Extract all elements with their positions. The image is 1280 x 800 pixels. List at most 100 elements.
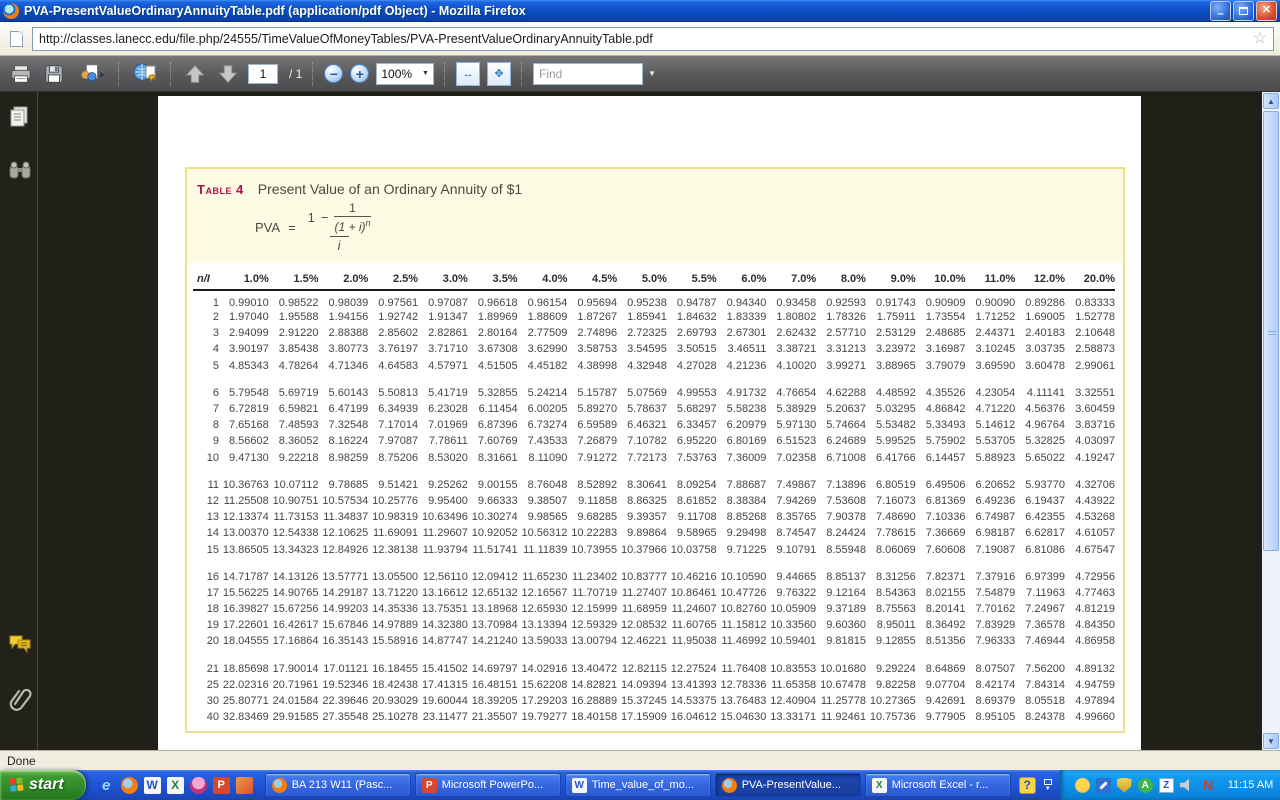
url-field[interactable]: http://classes.lanecc.edu/file.php/24555… <box>32 27 1274 51</box>
taskbar-task[interactable]: PVA-PresentValue... <box>715 773 861 797</box>
page-up-icon[interactable] <box>182 61 208 87</box>
pva-value-cell: 6.20979 <box>717 417 767 433</box>
taskbar-task[interactable]: BA 213 W11 (Pasc... <box>265 773 411 797</box>
pva-value-cell: 18.39205 <box>468 693 518 709</box>
column-header: 10.0% <box>916 273 966 290</box>
pva-value-cell: 7.11963 <box>1015 585 1065 601</box>
taskbar-task[interactable]: XMicrosoft Excel - r... <box>865 773 1011 797</box>
pva-value-cell: 7.49867 <box>766 477 816 493</box>
tray-antivirus-icon[interactable]: A <box>1138 778 1153 793</box>
tray-tools-icon[interactable] <box>1096 778 1111 793</box>
pva-value-cell: 4.71220 <box>965 401 1015 417</box>
pva-value-cell: 15.62208 <box>518 677 568 693</box>
page-number-input[interactable] <box>248 64 278 84</box>
scrollbar-thumb[interactable] <box>1263 111 1279 551</box>
fit-width-icon[interactable]: ↔ <box>456 62 480 86</box>
pva-value-cell: 8.64869 <box>916 661 966 677</box>
comments-icon[interactable] <box>7 630 33 656</box>
tray-z-icon[interactable]: Z <box>1159 778 1174 793</box>
table-label: Table 4 <box>197 182 244 197</box>
minimize-button[interactable]: – <box>1210 1 1231 21</box>
pva-value-cell: 5.65022 <box>1015 450 1065 466</box>
find-dropdown-icon[interactable]: ▼ <box>645 69 659 78</box>
fit-page-icon[interactable]: ✥ <box>487 62 511 86</box>
app-icon-7[interactable] <box>236 777 253 794</box>
pva-value-cell: 6.80519 <box>866 477 916 493</box>
pva-value-cell: 0.92593 <box>816 290 866 309</box>
zoom-level-select[interactable]: 100% ▼ <box>376 63 434 85</box>
powerpoint-icon[interactable]: P <box>213 777 230 794</box>
pva-value-cell: 5.32855 <box>468 385 518 401</box>
pva-value-cell: 10.22283 <box>567 525 617 541</box>
search-binoculars-icon[interactable] <box>7 158 33 184</box>
pva-value-cell: 4.38998 <box>567 358 617 374</box>
pva-value-cell: 10.82760 <box>717 601 767 617</box>
pva-value-cell: 17.15909 <box>617 709 667 725</box>
tray-shield-icon[interactable] <box>1117 778 1132 793</box>
period-cell: 14 <box>193 525 219 541</box>
pva-value-cell: 8.20141 <box>916 601 966 617</box>
find-input[interactable] <box>533 63 643 85</box>
url-text[interactable]: http://classes.lanecc.edu/file.php/24555… <box>39 32 1247 46</box>
pva-value-cell: 5.58238 <box>717 401 767 417</box>
pva-value-cell: 3.80773 <box>319 341 369 357</box>
vertical-scrollbar[interactable]: ▲ ▼ <box>1262 92 1280 750</box>
open-in-viewer-icon[interactable] <box>130 61 160 87</box>
pva-value-cell: 6.14457 <box>916 450 966 466</box>
excel-icon[interactable]: X <box>167 777 184 794</box>
pva-value-cell: 17.01121 <box>319 661 369 677</box>
pva-value-cell: 14.97889 <box>368 617 418 633</box>
bookmark-star-icon[interactable]: ☆ <box>1253 31 1267 47</box>
scroll-up-icon[interactable]: ▲ <box>1263 93 1279 109</box>
pva-value-cell: 1.75911 <box>866 309 916 325</box>
tray-novell-icon[interactable]: N <box>1201 778 1216 793</box>
pva-value-cell: 9.07704 <box>916 677 966 693</box>
pva-value-cell: 2.10648 <box>1065 325 1115 341</box>
pva-value-cell: 4.99553 <box>667 385 717 401</box>
pva-value-cell: 2.67301 <box>717 325 767 341</box>
restore-button[interactable] <box>1233 1 1254 21</box>
email-attachment-icon[interactable] <box>74 61 108 87</box>
column-header: 5.5% <box>667 273 717 290</box>
taskbar-clock[interactable]: 11:15 AM <box>1222 779 1274 791</box>
hide-icons-chevron[interactable]: ▼ <box>1044 779 1052 792</box>
taskbar-task[interactable]: PMicrosoft PowerPo... <box>415 773 561 797</box>
pva-value-cell: 14.69797 <box>468 661 518 677</box>
pva-value-cell: 13.13394 <box>518 617 568 633</box>
pva-value-cell: 8.55948 <box>816 541 866 557</box>
pva-value-cell: 2.62432 <box>766 325 816 341</box>
pva-value-cell: 6.74987 <box>965 509 1015 525</box>
ie-icon[interactable]: e <box>98 777 115 794</box>
tray-volume-icon[interactable] <box>1180 778 1195 793</box>
pva-value-cell: 16.28889 <box>567 693 617 709</box>
pva-value-cell: 4.62288 <box>816 385 866 401</box>
title-bar[interactable]: PVA-PresentValueOrdinaryAnnuityTable.pdf… <box>0 0 1280 22</box>
tray-messenger-icon[interactable] <box>1075 778 1090 793</box>
zoom-out-icon[interactable]: − <box>324 64 343 83</box>
pva-value-cell: 2.94099 <box>219 325 269 341</box>
pva-value-cell: 4.27028 <box>667 358 717 374</box>
save-icon[interactable] <box>41 61 67 87</box>
pva-value-cell: 11.25778 <box>816 693 866 709</box>
pva-value-cell: 1.91347 <box>418 309 468 325</box>
close-button[interactable]: ✕ <box>1256 1 1277 21</box>
pva-value-cell: 10.37966 <box>617 541 667 557</box>
help-icon[interactable]: ? <box>1019 777 1036 794</box>
scroll-down-icon[interactable]: ▼ <box>1263 733 1279 749</box>
pva-value-cell: 11.60765 <box>667 617 717 633</box>
firefox-icon[interactable] <box>121 777 138 794</box>
pages-icon[interactable] <box>7 104 33 130</box>
page-down-icon[interactable] <box>215 61 241 87</box>
print-icon[interactable] <box>8 61 34 87</box>
pva-value-cell: 6.59821 <box>269 401 319 417</box>
key-icon[interactable] <box>190 777 207 794</box>
word-icon[interactable]: W <box>144 777 161 794</box>
pva-value-cell: 9.95400 <box>418 493 468 509</box>
attachment-icon[interactable] <box>7 686 33 712</box>
start-button[interactable]: start <box>0 770 86 800</box>
pva-value-cell: 10.27365 <box>866 693 916 709</box>
zoom-in-icon[interactable]: + <box>350 64 369 83</box>
taskbar-task[interactable]: WTime_value_of_mo... <box>565 773 711 797</box>
page-favicon <box>6 29 26 49</box>
pva-value-cell: 0.94340 <box>717 290 767 309</box>
